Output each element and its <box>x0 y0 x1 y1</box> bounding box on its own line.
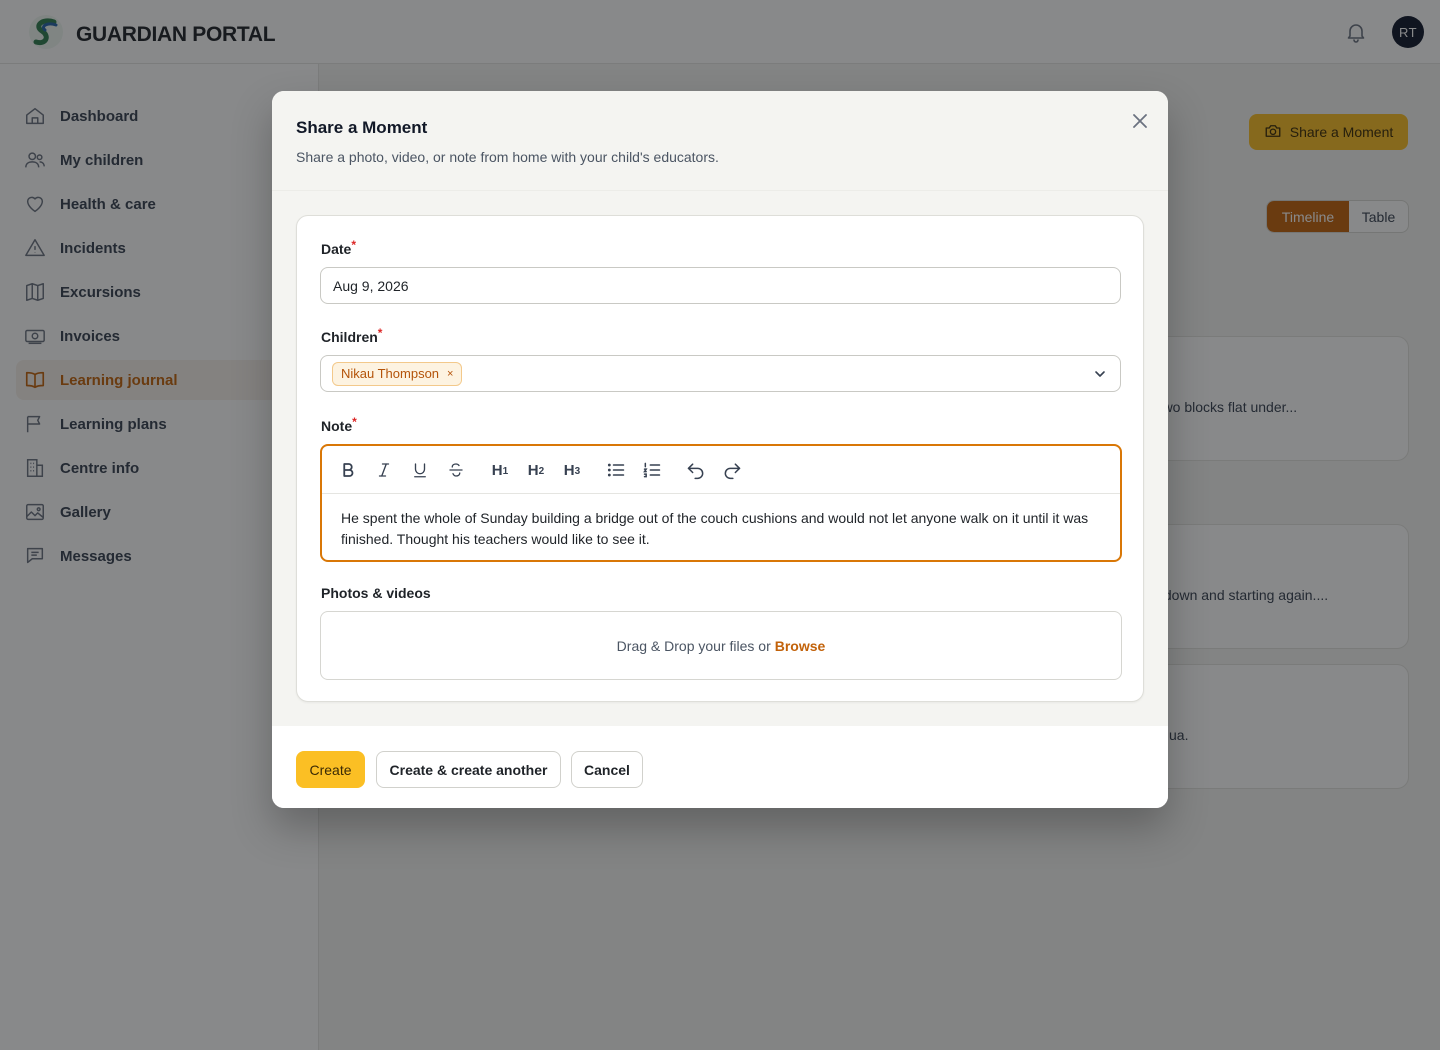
dialog-subtitle: Share a photo, video, or note from home … <box>296 149 719 165</box>
cancel-button[interactable]: Cancel <box>571 751 643 788</box>
remove-chip-icon[interactable]: × <box>447 368 453 380</box>
form-card: Date* Aug 9, 2026 Children* Nikau Thomps… <box>296 215 1144 702</box>
note-editor: H1 H2 H3 He spent the whole of Sunday bu… <box>320 444 1122 562</box>
dialog-body: Date* Aug 9, 2026 Children* Nikau Thomps… <box>272 191 1168 726</box>
children-select[interactable]: Nikau Thompson × <box>320 355 1121 392</box>
note-label: Note* <box>321 415 357 434</box>
children-label: Children* <box>321 326 383 345</box>
photos-videos-label: Photos & videos <box>321 585 431 601</box>
italic-icon[interactable] <box>372 458 396 482</box>
bold-icon[interactable] <box>336 458 360 482</box>
chevron-down-icon[interactable] <box>1092 366 1108 382</box>
create-another-button[interactable]: Create & create another <box>376 751 561 788</box>
date-field[interactable]: Aug 9, 2026 <box>320 267 1121 304</box>
child-chip-label: Nikau Thompson <box>341 366 440 381</box>
dialog-title: Share a Moment <box>296 118 428 137</box>
file-dropzone[interactable]: Drag & Drop your files or Browse <box>320 611 1122 680</box>
heading-3-icon[interactable]: H3 <box>560 458 584 482</box>
note-textarea[interactable]: He spent the whole of Sunday building a … <box>341 508 1101 550</box>
create-button[interactable]: Create <box>296 751 365 788</box>
dropzone-prompt: Drag & Drop your files or <box>616 637 771 654</box>
browse-link[interactable]: Browse <box>775 638 826 654</box>
underline-icon[interactable] <box>408 458 432 482</box>
dialog-header: Share a Moment Share a photo, video, or … <box>272 91 1168 191</box>
close-icon[interactable] <box>1128 109 1152 133</box>
numbered-list-icon[interactable] <box>640 458 664 482</box>
date-label: Date* <box>321 238 357 257</box>
dialog-footer: Create Create & create another Cancel <box>272 726 1168 808</box>
heading-1-icon[interactable]: H1 <box>488 458 512 482</box>
redo-icon[interactable] <box>720 458 744 482</box>
strikethrough-icon[interactable] <box>444 458 468 482</box>
undo-icon[interactable] <box>684 458 708 482</box>
editor-toolbar: H1 H2 H3 <box>322 446 1120 494</box>
required-marker: * <box>377 326 383 340</box>
child-chip: Nikau Thompson × <box>332 361 463 386</box>
required-marker: * <box>352 415 357 429</box>
bullet-list-icon[interactable] <box>604 458 628 482</box>
heading-2-icon[interactable]: H2 <box>524 458 548 482</box>
required-marker: * <box>351 238 357 252</box>
date-value: Aug 9, 2026 <box>333 277 409 294</box>
share-moment-dialog: Share a Moment Share a photo, video, or … <box>272 91 1168 808</box>
